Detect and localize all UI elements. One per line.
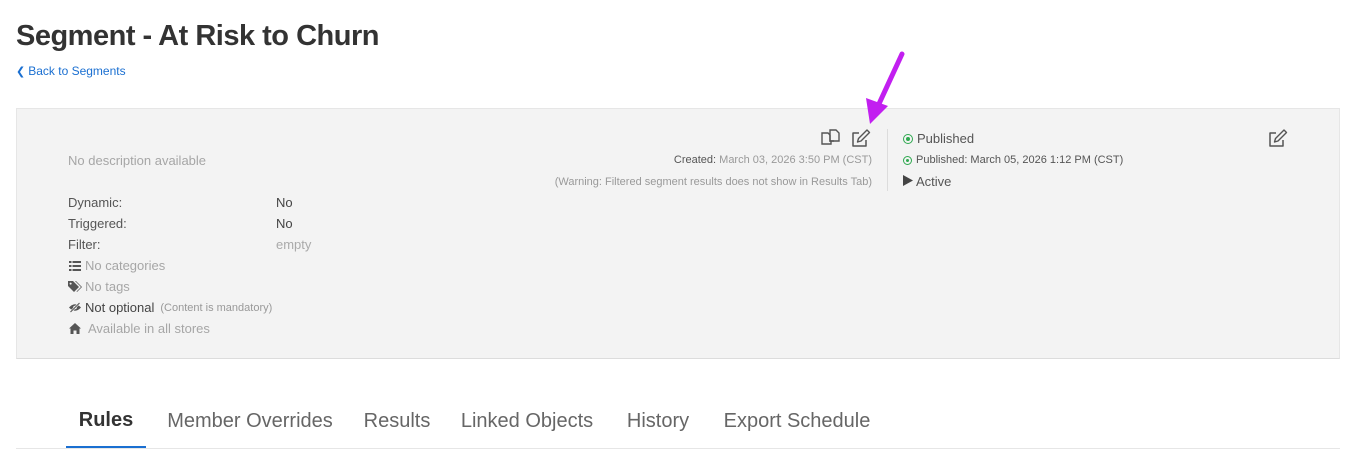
property-label: Filter:	[68, 237, 101, 252]
created-timestamp: Created: March 03, 2026 3:50 PM (CST)	[674, 154, 872, 166]
property-value: No	[276, 195, 293, 210]
stores-row: Available in all stores	[68, 321, 210, 336]
property-label: Triggered:	[68, 216, 127, 231]
property-value: No	[276, 216, 293, 231]
published-date: Published: March 05, 2026 1:12 PM (CST)	[903, 154, 1123, 166]
page-title: Segment - At Risk to Churn	[16, 20, 379, 52]
status-label: Published	[917, 131, 975, 146]
property-value: empty	[276, 237, 312, 252]
status-dot-icon	[903, 155, 912, 165]
status-edit-icon[interactable]	[1267, 129, 1289, 149]
created-value: March 03, 2026 3:50 PM (CST)	[719, 154, 872, 166]
published-date-text: Published: March 05, 2026 1:12 PM (CST)	[916, 154, 1124, 166]
publish-status: Published	[903, 131, 974, 146]
activity-label: Active	[916, 174, 952, 189]
categories-row: No categories	[68, 258, 165, 273]
activity-status: Active	[903, 174, 951, 189]
status-dot-icon	[903, 133, 913, 144]
tab-history[interactable]: History	[618, 395, 698, 448]
tags-text: No tags	[85, 279, 130, 294]
optional-note: (Content is mandatory)	[160, 301, 273, 314]
categories-text: No categories	[85, 258, 166, 273]
list-icon	[68, 260, 82, 271]
optional-row: Not optional (Content is mandatory)	[68, 300, 272, 315]
tab-rules[interactable]: Rules	[66, 395, 146, 448]
created-label: Created:	[673, 154, 717, 166]
stores-text: Available in all stores	[88, 321, 210, 336]
tags-row: No tags	[68, 279, 130, 294]
segment-description: No description available	[68, 153, 207, 168]
property-label: Dynamic:	[68, 195, 123, 210]
results-warning: (Warning: Filtered segment results does …	[554, 176, 872, 188]
tab-results[interactable]: Results	[356, 395, 438, 448]
copy-icon[interactable]	[820, 129, 842, 149]
tags-icon	[68, 281, 82, 292]
edit-icon[interactable]	[850, 129, 872, 149]
eye-slash-icon	[68, 302, 82, 313]
back-to-segments-link[interactable]: ❮ Back to Segments	[16, 64, 126, 78]
segment-tabs: Rules Member Overrides Results Linked Ob…	[16, 395, 1340, 449]
back-link-label: Back to Segments	[28, 64, 126, 78]
chevron-left-icon: ❮	[16, 65, 26, 78]
tab-linked-objects[interactable]: Linked Objects	[456, 395, 598, 448]
play-icon	[903, 174, 913, 189]
home-icon	[68, 323, 82, 334]
panel-divider	[887, 129, 888, 191]
segment-details-panel: No description available Dynamic: No Tri…	[16, 108, 1340, 359]
tab-export-schedule[interactable]: Export Schedule	[718, 395, 876, 448]
tab-member-overrides[interactable]: Member Overrides	[160, 395, 340, 448]
optional-text: Not optional	[85, 300, 155, 315]
